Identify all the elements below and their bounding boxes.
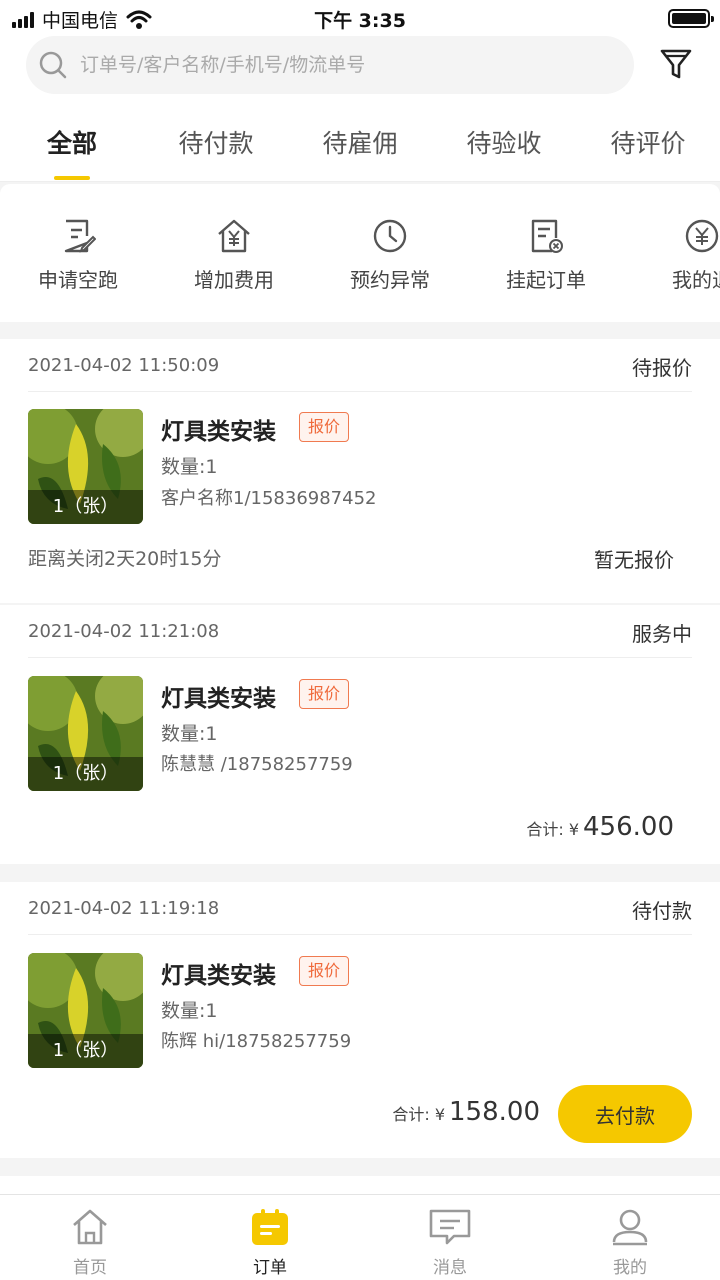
order-card-header: 2021-04-02 11:50:09 待报价 (28, 339, 692, 392)
quote-tag: 报价 (299, 679, 349, 709)
quick-actions: 申请空跑 增加费用 预约异常 挂起订单 我的退 (0, 184, 720, 322)
message-icon (429, 1209, 471, 1245)
document-edit-icon (64, 219, 96, 253)
order-status-tabs: 全部 待付款 待雇佣 待验收 待评价 (0, 100, 720, 182)
total-amount: 456.00 (583, 812, 674, 842)
order-card[interactable]: 2021-04-02 11:19:18 待付款 1（张） 灯具类安装 报价 数量… (0, 882, 720, 1158)
tab-pending-review[interactable]: 待评价 (576, 124, 720, 160)
item-title: 灯具类安装 (161, 419, 276, 445)
tabbar-profile[interactable]: 我的 (540, 1207, 720, 1278)
order-total: 合计: ¥456.00 (526, 812, 674, 842)
tabbar-messages[interactable]: 消息 (360, 1207, 540, 1278)
order-time: 2021-04-02 11:19:18 (28, 898, 220, 919)
customer-info: 陈慧慧 /18758257759 (161, 754, 353, 775)
customer-info: 陈辉 hi/18758257759 (161, 1031, 352, 1052)
item-quantity: 数量:1 (161, 723, 218, 745)
search-icon (39, 51, 67, 79)
tabbar-home[interactable]: 首页 (0, 1207, 180, 1278)
order-card-header: 2021-04-02 11:21:08 服务中 (28, 605, 692, 658)
item-quantity: 数量:1 (161, 456, 218, 478)
my-refund-action[interactable]: 我的退 (624, 218, 720, 293)
product-thumbnail[interactable]: 1（张） (28, 953, 143, 1068)
filter-icon[interactable] (658, 46, 694, 82)
item-title: 灯具类安装 (161, 963, 276, 989)
image-count: 1（张） (28, 1034, 143, 1068)
order-status: 待付款 (632, 899, 692, 923)
search-row (0, 36, 720, 100)
order-time: 2021-04-02 11:21:08 (28, 621, 220, 642)
total-label: 合计: ¥ (392, 1105, 446, 1124)
quote-status: 暂无报价 (594, 548, 674, 572)
appointment-exception-action[interactable]: 预约异常 (312, 218, 468, 293)
clock-icon (373, 219, 407, 253)
tab-all[interactable]: 全部 (0, 124, 144, 160)
tabbar-label: 订单 (253, 1258, 287, 1278)
apply-empty-run-action[interactable]: 申请空跑 (0, 218, 156, 293)
tabbar-label: 消息 (433, 1258, 467, 1278)
qa-label: 申请空跑 (38, 268, 118, 292)
tab-pending-acceptance[interactable]: 待验收 (432, 124, 576, 160)
product-thumbnail[interactable]: 1（张） (28, 676, 143, 791)
tab-pending-hire[interactable]: 待雇佣 (288, 124, 432, 160)
house-yen-icon (218, 219, 250, 253)
order-card[interactable]: 2021-04-02 11:50:09 待报价 1（张） 灯具类安装 报价 数量… (0, 339, 720, 603)
battery-icon (668, 9, 714, 28)
image-count: 1（张） (28, 757, 143, 791)
order-status: 待报价 (632, 356, 692, 380)
order-icon (252, 1209, 288, 1245)
document-cancel-icon (531, 219, 563, 253)
qa-label: 我的退 (672, 268, 720, 292)
yen-circle-icon (685, 219, 719, 253)
add-fee-action[interactable]: 增加费用 (156, 218, 312, 293)
tabbar-label: 我的 (613, 1258, 647, 1278)
tabbar-orders[interactable]: 订单 (180, 1207, 360, 1278)
order-card[interactable]: 2021-04-02 11:21:08 服务中 1（张） 灯具类安装 报价 数量… (0, 605, 720, 864)
order-card-header: 2021-04-02 11:19:18 待付款 (28, 882, 692, 935)
search-input[interactable] (80, 54, 600, 76)
home-icon (73, 1209, 107, 1245)
active-tab-indicator (54, 176, 90, 180)
pay-button[interactable]: 去付款 (558, 1085, 692, 1143)
quote-tag: 报价 (299, 412, 349, 442)
tab-pending-payment[interactable]: 待付款 (144, 124, 288, 160)
item-title: 灯具类安装 (161, 686, 276, 712)
image-count: 1（张） (28, 490, 143, 524)
product-thumbnail[interactable]: 1（张） (28, 409, 143, 524)
close-countdown: 距离关闭2天20时15分 (28, 548, 222, 570)
suspend-order-action[interactable]: 挂起订单 (468, 218, 624, 293)
qa-label: 增加费用 (194, 268, 274, 292)
customer-info: 客户名称1/15836987452 (161, 488, 377, 509)
status-bar: 中国电信 下午 3:35 (0, 0, 720, 36)
quote-tag: 报价 (299, 956, 349, 986)
order-total: 合计: ¥158.00 (392, 1097, 540, 1127)
tabbar-label: 首页 (73, 1258, 107, 1278)
profile-icon (612, 1209, 648, 1246)
order-time: 2021-04-02 11:50:09 (28, 355, 220, 376)
search-box[interactable] (26, 36, 634, 94)
status-time: 下午 3:35 (314, 10, 406, 32)
order-status: 服务中 (632, 622, 692, 646)
total-label: 合计: ¥ (526, 820, 580, 839)
total-amount: 158.00 (449, 1097, 540, 1127)
item-quantity: 数量:1 (161, 1000, 218, 1022)
qa-label: 预约异常 (350, 268, 430, 292)
order-card[interactable] (0, 1176, 720, 1196)
bottom-tab-bar: 首页 订单 消息 我的 (0, 1194, 720, 1280)
qa-label: 挂起订单 (506, 268, 586, 292)
